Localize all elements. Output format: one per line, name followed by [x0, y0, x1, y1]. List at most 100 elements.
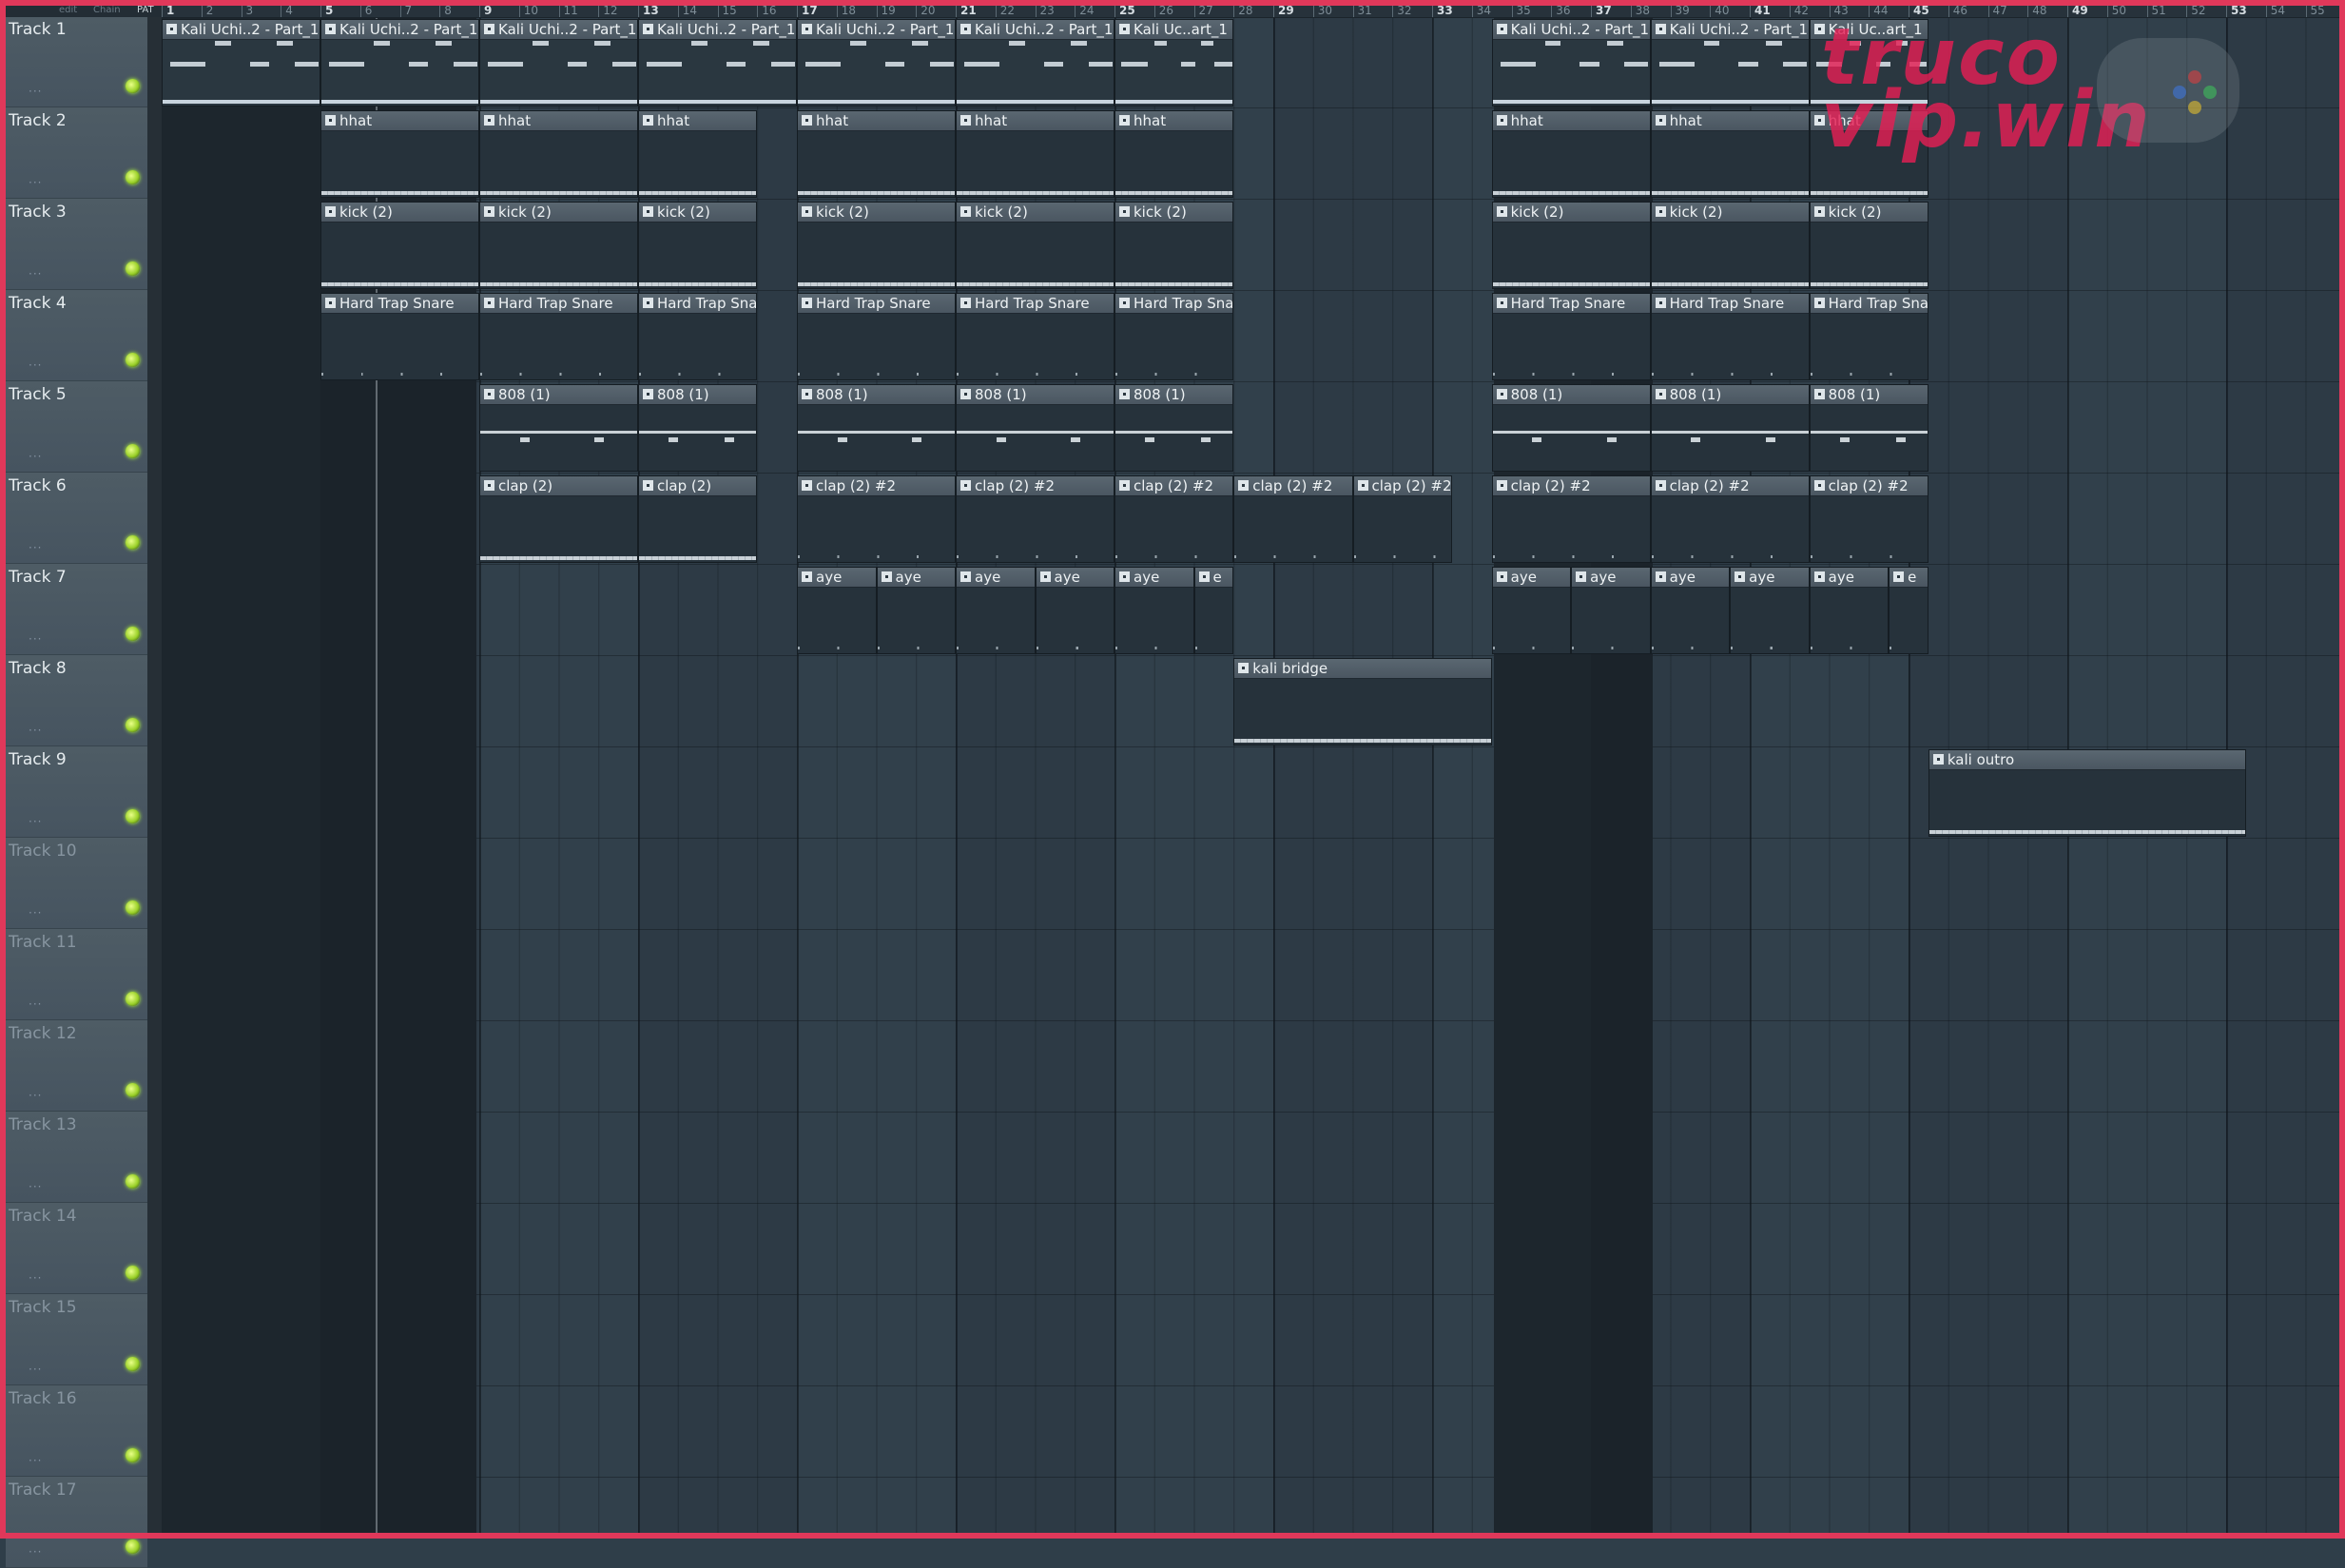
- timeline-bar-number[interactable]: 42: [1789, 4, 1809, 17]
- playlist-clip[interactable]: Kali Uchi..2 - Part_1 #2: [320, 19, 479, 106]
- clip-header[interactable]: Kali Uchi..2 - Part_1 #2: [798, 20, 955, 40]
- playlist-clip[interactable]: hhat: [638, 110, 758, 198]
- track-header[interactable]: Track 14 ···: [6, 1203, 147, 1294]
- clip-menu-icon[interactable]: [960, 298, 971, 308]
- track-header[interactable]: Track 13 ···: [6, 1112, 147, 1203]
- timeline-bar-number[interactable]: 39: [1670, 4, 1690, 17]
- playlist-clip[interactable]: hhat: [320, 110, 479, 198]
- timeline-bar-number[interactable]: 38: [1630, 4, 1650, 17]
- clip-menu-icon[interactable]: [1655, 206, 1666, 217]
- clip-menu-icon[interactable]: [1496, 389, 1507, 399]
- playlist-clip[interactable]: clap (2) #2: [1114, 475, 1234, 563]
- clip-menu-icon[interactable]: [484, 480, 494, 491]
- track-name[interactable]: Track 10: [9, 842, 77, 861]
- clip-menu-icon[interactable]: [1813, 298, 1825, 308]
- playlist-clip[interactable]: hhat: [956, 110, 1114, 198]
- playlist-clip[interactable]: Kali Uchi..2 - Part_1 #2: [162, 19, 320, 106]
- clip-menu-icon[interactable]: [960, 389, 971, 399]
- track-mute-led-icon[interactable]: [126, 1539, 140, 1554]
- clip-menu-icon[interactable]: [484, 206, 494, 217]
- clip-header[interactable]: kali bridge: [1234, 659, 1491, 679]
- clip-menu-icon[interactable]: [1813, 24, 1825, 34]
- edit-label[interactable]: edit: [59, 6, 77, 15]
- clip-menu-icon[interactable]: [1238, 663, 1250, 673]
- clip-menu-icon[interactable]: [1813, 115, 1825, 126]
- playlist-clip[interactable]: aye: [1650, 567, 1731, 654]
- timeline-bar-number[interactable]: 15: [717, 4, 737, 17]
- track-mute-led-icon[interactable]: [126, 79, 140, 93]
- playlist-clip[interactable]: kick (2): [1114, 202, 1234, 289]
- clip-menu-icon[interactable]: [960, 115, 971, 126]
- playlist-clip[interactable]: clap (2) #2: [1233, 475, 1353, 563]
- clip-header[interactable]: clap (2) #2: [957, 476, 1114, 496]
- clip-header[interactable]: aye: [1036, 568, 1114, 588]
- clip-menu-icon[interactable]: [1813, 480, 1825, 491]
- clip-menu-icon[interactable]: [960, 24, 971, 34]
- playlist-clip[interactable]: Kali Uc..art_1 #2: [1114, 19, 1234, 106]
- playlist-clip[interactable]: hhat: [797, 110, 956, 198]
- clip-menu-icon[interactable]: [325, 24, 336, 34]
- track-name[interactable]: Track 5: [9, 385, 67, 404]
- playlist-clip[interactable]: hhat: [1650, 110, 1810, 198]
- track-name[interactable]: Track 8: [9, 659, 67, 678]
- playlist-clip[interactable]: Kali Uchi..2 - Part_1 #2: [1491, 19, 1651, 106]
- track-mute-led-icon[interactable]: [126, 1266, 140, 1280]
- playlist-clip[interactable]: 808 (1): [1491, 384, 1651, 472]
- timeline-bar-number[interactable]: 8: [439, 4, 452, 17]
- timeline-bar-number[interactable]: 13: [638, 4, 659, 17]
- clip-header[interactable]: Kali Uchi..2 - Part_1 #2: [163, 20, 320, 40]
- playlist-clip[interactable]: 808 (1): [1114, 384, 1234, 472]
- timeline-bar-number[interactable]: 47: [1987, 4, 2007, 17]
- track-mute-led-icon[interactable]: [126, 261, 140, 276]
- clip-header[interactable]: hhat: [639, 111, 757, 131]
- clip-menu-icon[interactable]: [484, 298, 494, 308]
- playlist-clip[interactable]: Hard Trap Snare: [1114, 293, 1234, 380]
- track-name[interactable]: Track 14: [9, 1207, 77, 1226]
- timeline-bar-number[interactable]: 32: [1392, 4, 1412, 17]
- timeline-bar-number[interactable]: 37: [1591, 4, 1612, 17]
- track-mute-led-icon[interactable]: [126, 353, 140, 367]
- clip-header[interactable]: kick (2): [1115, 203, 1233, 223]
- clip-menu-icon[interactable]: [1496, 298, 1507, 308]
- clip-menu-icon[interactable]: [1119, 115, 1130, 126]
- timeline-bar-number[interactable]: 10: [518, 4, 538, 17]
- track-header[interactable]: Track 6 ···: [6, 473, 147, 564]
- playlist-clip[interactable]: 808 (1): [956, 384, 1114, 472]
- track-name[interactable]: Track 6: [9, 476, 67, 495]
- clip-menu-icon[interactable]: [881, 571, 892, 582]
- track-mute-led-icon[interactable]: [126, 1083, 140, 1097]
- clip-header[interactable]: aye: [1651, 568, 1730, 588]
- clip-menu-icon[interactable]: [325, 298, 336, 308]
- track-header[interactable]: Track 3 ···: [6, 199, 147, 290]
- clip-menu-icon[interactable]: [1655, 389, 1666, 399]
- clip-menu-icon[interactable]: [1655, 115, 1666, 126]
- clip-menu-icon[interactable]: [1119, 480, 1130, 491]
- timeline-bar-number[interactable]: 55: [2305, 4, 2325, 17]
- clip-header[interactable]: Hard Trap Snare: [798, 294, 955, 314]
- playlist-clip[interactable]: clap (2) #2: [1491, 475, 1651, 563]
- track-grip-icon[interactable]: ···: [29, 358, 42, 372]
- clip-header[interactable]: 808 (1): [798, 385, 955, 405]
- clip-menu-icon[interactable]: [643, 24, 653, 34]
- track-grip-icon[interactable]: ···: [29, 1180, 42, 1193]
- timeline-bar-number[interactable]: 49: [2067, 4, 2088, 17]
- timeline-bar-number[interactable]: 7: [399, 4, 412, 17]
- playlist-clip[interactable]: Kali Uchi..2 - Part_1 #2: [638, 19, 797, 106]
- pat-label[interactable]: PAT: [137, 6, 154, 15]
- clip-header[interactable]: kali outro: [1928, 750, 2245, 770]
- timeline-bar-number[interactable]: 48: [2027, 4, 2047, 17]
- clip-header[interactable]: Hard Trap Snare: [321, 294, 478, 314]
- track-header[interactable]: Track 2 ···: [6, 107, 147, 199]
- timeline-bar-number[interactable]: 3: [241, 4, 253, 17]
- clip-menu-icon[interactable]: [1735, 571, 1746, 582]
- track-header[interactable]: Track 8 ···: [6, 655, 147, 746]
- timeline-bar-number[interactable]: 19: [876, 4, 896, 17]
- playlist-clip[interactable]: aye: [1730, 567, 1810, 654]
- playlist-clip[interactable]: Hard Trap Snare: [1491, 293, 1651, 380]
- playlist-clip[interactable]: kick (2): [638, 202, 758, 289]
- clip-header[interactable]: aye: [1731, 568, 1809, 588]
- track-grip-icon[interactable]: ···: [29, 1363, 42, 1376]
- playlist-clip[interactable]: clap (2): [638, 475, 758, 563]
- playlist-clip[interactable]: clap (2) #2: [1352, 475, 1452, 563]
- clip-header[interactable]: hhat: [1651, 111, 1809, 131]
